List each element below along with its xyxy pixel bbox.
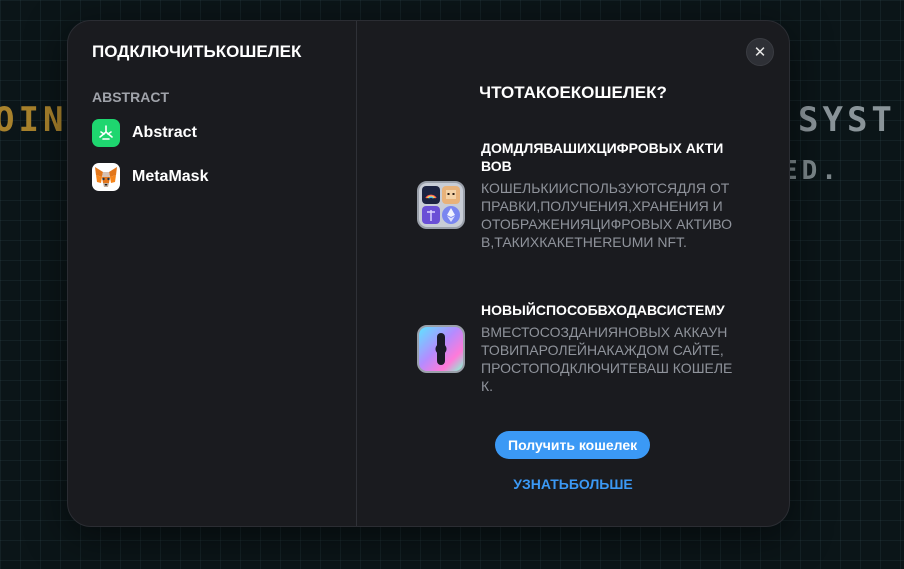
- learn-more-link[interactable]: УЗНАТЬБОЛЬШЕ: [357, 476, 789, 492]
- feature-text-new-login: НОВЫЙСПОСОБВХОДАВСИСТЕМУ ВМЕСТОСОЗДАНИЯН…: [481, 301, 733, 395]
- background-text-right: SYST: [798, 100, 896, 140]
- close-button[interactable]: ✕: [746, 38, 774, 66]
- wallet-option-abstract[interactable]: Abstract: [88, 115, 336, 151]
- wallet-group-label: ABSTRACT: [92, 89, 169, 105]
- wallet-name-abstract: Abstract: [132, 124, 197, 141]
- info-panel: ✕ ЧТОТАКОЕКОШЕЛЕК? ДОМДЛЯВАШИХЦИФРОВЫХ А…: [357, 21, 789, 526]
- digital-assets-icon: [417, 181, 465, 229]
- info-title: ЧТОТАКОЕКОШЕЛЕК?: [479, 83, 667, 102]
- close-icon: ✕: [753, 44, 767, 61]
- feature-heading: ДОМДЛЯВАШИХЦИФРОВЫХ АКТИВОВ: [481, 140, 724, 174]
- feature-description: ВМЕСТОСОЗДАНИЯНОВЫХ АККАУНТОВИПАРОЛЕЙНАК…: [481, 324, 733, 394]
- keyhole-login-icon: [417, 325, 465, 373]
- feature-heading: НОВЫЙСПОСОБВХОДАВСИСТЕМУ: [481, 302, 725, 318]
- wallet-option-metamask[interactable]: MetaMask: [88, 159, 336, 195]
- connect-wallet-modal: ПОДКЛЮЧИТЬКОШЕЛЕК ABSTRACT Abstract Meta…: [67, 20, 790, 527]
- get-wallet-button[interactable]: Получить кошелек: [495, 431, 651, 459]
- background-text-right-2: ED.: [782, 156, 841, 186]
- wallet-name-metamask: MetaMask: [132, 168, 209, 185]
- feature-description: КОШЕЛЬКИИСПОЛЬЗУЮТСЯДЛЯ ОТПРАВКИ,ПОЛУЧЕН…: [481, 180, 732, 250]
- background-text-left: OIN: [0, 100, 68, 140]
- abstract-logo-icon: [92, 119, 120, 147]
- metamask-fox-icon: [92, 163, 120, 191]
- feature-text-digital-assets: ДОМДЛЯВАШИХЦИФРОВЫХ АКТИВОВ КОШЕЛЬКИИСПО…: [481, 139, 733, 251]
- wallet-list-panel: ПОДКЛЮЧИТЬКОШЕЛЕК ABSTRACT Abstract Meta…: [68, 21, 357, 526]
- modal-title: ПОДКЛЮЧИТЬКОШЕЛЕК: [92, 42, 302, 61]
